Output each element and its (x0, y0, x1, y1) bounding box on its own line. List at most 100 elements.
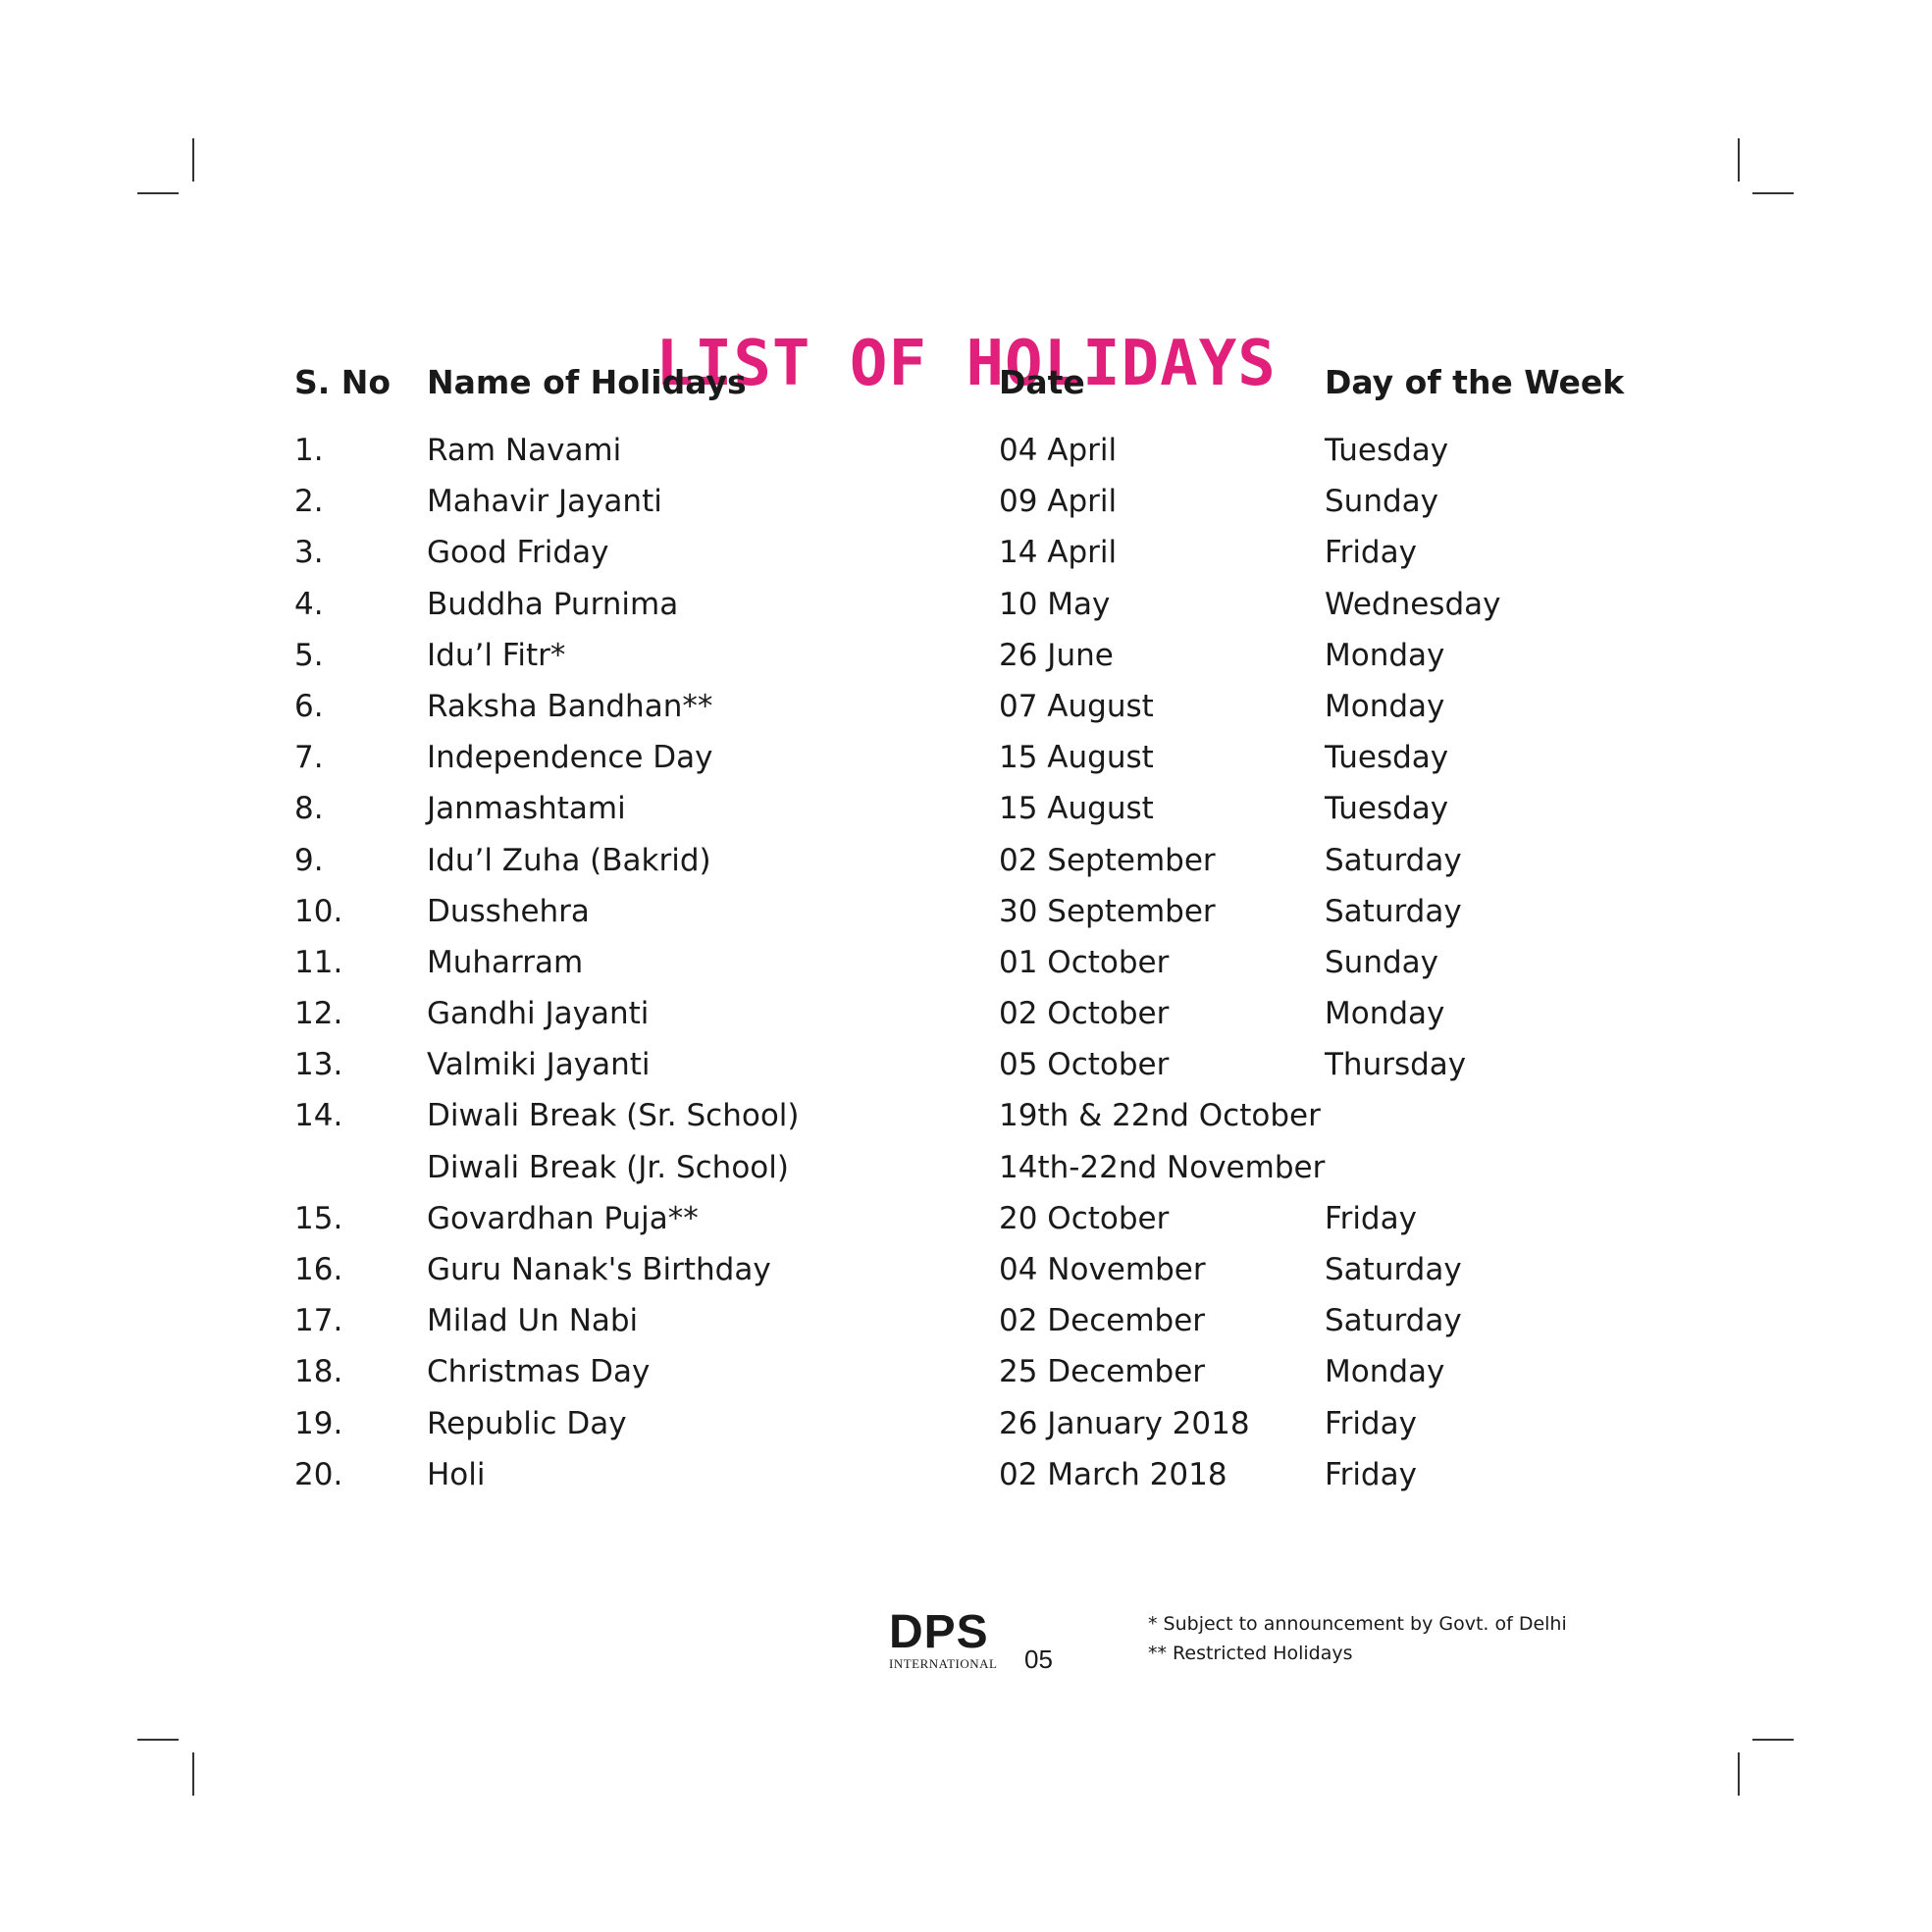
row-day: Monday (1325, 996, 1445, 1032)
row-holiday-name: Holi (427, 1456, 486, 1492)
row-day: Tuesday (1325, 791, 1449, 827)
row-day: Friday (1325, 1200, 1417, 1236)
row-holiday-name: Dusshehra (427, 893, 590, 929)
row-sno: 6. (294, 688, 324, 724)
table-row: 2. Mahavir Jayanti 09 April Sunday (294, 476, 1688, 527)
row-sno: 3. (294, 535, 324, 571)
footnote: ** Restricted Holidays (1148, 1643, 1353, 1664)
crop-mark-bottom-left-horizontal (137, 1739, 179, 1741)
dps-logo: DPS INTERNATIONAL (889, 1609, 997, 1672)
row-date: 09 April (999, 484, 1118, 520)
row-holiday-name: Idu’l Zuha (Bakrid) (427, 842, 711, 878)
row-holiday-name: Mahavir Jayanti (427, 484, 662, 520)
row-date: 05 October (999, 1047, 1170, 1083)
crop-mark-top-left-vertical (192, 138, 194, 182)
row-date: 02 December (999, 1303, 1206, 1339)
row-holiday-name: Good Friday (427, 535, 609, 571)
row-sno: 2. (294, 484, 324, 520)
crop-mark-top-right-vertical (1738, 138, 1740, 182)
row-date: 02 March 2018 (999, 1456, 1227, 1492)
row-sno: 20. (294, 1456, 343, 1492)
row-day: Saturday (1325, 1252, 1462, 1287)
footnote: * Subject to announcement by Govt. of De… (1148, 1613, 1567, 1635)
row-date: 15 August (999, 740, 1154, 776)
row-holiday-name: Muharram (427, 944, 584, 980)
row-holiday-name: Diwali Break (Jr. School) (427, 1149, 789, 1185)
row-sno: 4. (294, 586, 324, 622)
row-sno: 16. (294, 1252, 343, 1287)
row-holiday-name: Buddha Purnima (427, 586, 679, 622)
row-date: 26 January 2018 (999, 1405, 1250, 1441)
table-row: 5. Idu’l Fitr* 26 June Monday (294, 630, 1688, 681)
row-holiday-name: Raksha Bandhan** (427, 688, 713, 724)
row-day: Thursday (1325, 1047, 1467, 1083)
row-sno: 7. (294, 740, 324, 776)
header-name: Name of Holidays (427, 363, 747, 401)
row-day: Monday (1325, 637, 1445, 673)
table-row: 13. Valmiki Jayanti 05 October Thursday (294, 1039, 1688, 1090)
row-sno: 8. (294, 791, 324, 827)
row-sno: 5. (294, 637, 324, 673)
table-row: 14. Diwali Break (Sr. School) 19th & 22nd … (294, 1090, 1688, 1141)
table-row: 19. Republic Day 26 January 2018 Friday (294, 1398, 1688, 1449)
row-sno: 1. (294, 433, 324, 468)
table-row: 9. Idu’l Zuha (Bakrid) 02 September Saturda… (294, 835, 1688, 886)
crop-mark-bottom-right-vertical (1738, 1752, 1740, 1796)
row-sno: 17. (294, 1303, 343, 1339)
header-date: Date (999, 363, 1085, 401)
row-holiday-name: Govardhan Puja** (427, 1200, 699, 1236)
row-date: 25 December (999, 1354, 1206, 1390)
crop-mark-top-left-horizontal (137, 192, 179, 194)
row-date: 26 June (999, 637, 1114, 673)
row-holiday-name: Republic Day (427, 1405, 627, 1441)
row-day: Tuesday (1325, 433, 1449, 468)
row-date: 02 October (999, 996, 1170, 1032)
row-day: Sunday (1325, 944, 1438, 980)
row-date: 10 May (999, 586, 1111, 622)
row-date: 19th & 22nd October (999, 1098, 1321, 1134)
row-holiday-name: Valmiki Jayanti (427, 1047, 651, 1083)
row-date: 07 August (999, 688, 1154, 724)
row-sno: 9. (294, 842, 324, 878)
row-holiday-name: Ram Navami (427, 433, 622, 468)
header-sno: S. No (294, 363, 392, 401)
row-sno: 18. (294, 1354, 343, 1390)
row-sno: 11. (294, 944, 343, 980)
row-date: 15 August (999, 791, 1154, 827)
row-day: Wednesday (1325, 586, 1501, 622)
row-day: Tuesday (1325, 740, 1449, 776)
row-date: 02 September (999, 842, 1216, 878)
row-day: Sunday (1325, 484, 1438, 520)
table-header: S. No Name of Holidays Date Day of the W… (294, 361, 1688, 425)
row-holiday-name: Independence Day (427, 740, 713, 776)
row-sno: 10. (294, 893, 343, 929)
row-day: Monday (1325, 1354, 1445, 1390)
table-row: 6. Raksha Bandhan** 07 August Monday (294, 681, 1688, 732)
table-row: 7. Independence Day 15 August Tuesday (294, 732, 1688, 783)
row-day: Friday (1325, 535, 1417, 571)
row-sno: 12. (294, 996, 343, 1032)
table-row: 18. Christmas Day 25 December Monday (294, 1346, 1688, 1397)
row-date: 20 October (999, 1200, 1170, 1236)
row-day: Saturday (1325, 1303, 1462, 1339)
row-holiday-name: Janmashtami (427, 791, 626, 827)
row-sno: 19. (294, 1405, 343, 1441)
row-holiday-name: Gandhi Jayanti (427, 996, 650, 1032)
table-body: 1. Ram Navami 04 April Tuesday 2. Mahavir Jay… (294, 425, 1688, 1500)
row-day: Friday (1325, 1456, 1417, 1492)
table-row: 1. Ram Navami 04 April Tuesday (294, 425, 1688, 476)
logo-sub-text: INTERNATIONAL (889, 1656, 998, 1671)
header-day: Day of the Week (1325, 363, 1625, 401)
row-holiday-name: Christmas Day (427, 1354, 651, 1390)
row-day: Monday (1325, 688, 1445, 724)
table-row: 3. Good Friday 14 April Friday (294, 527, 1688, 578)
row-date: 01 October (999, 944, 1170, 980)
row-day: Saturday (1325, 842, 1462, 878)
footnotes: * Subject to announcement by Govt. of De… (1148, 1609, 1567, 1668)
page-number: 05 (1024, 1645, 1053, 1674)
table-row: 4. Buddha Purnima 10 May Wednesday (294, 579, 1688, 630)
row-date: 04 April (999, 433, 1118, 468)
row-holiday-name: Idu’l Fitr* (427, 637, 566, 673)
row-holiday-name: Milad Un Nabi (427, 1303, 639, 1339)
holiday-table: S. No Name of Holidays Date Day of the W… (294, 361, 1688, 1500)
